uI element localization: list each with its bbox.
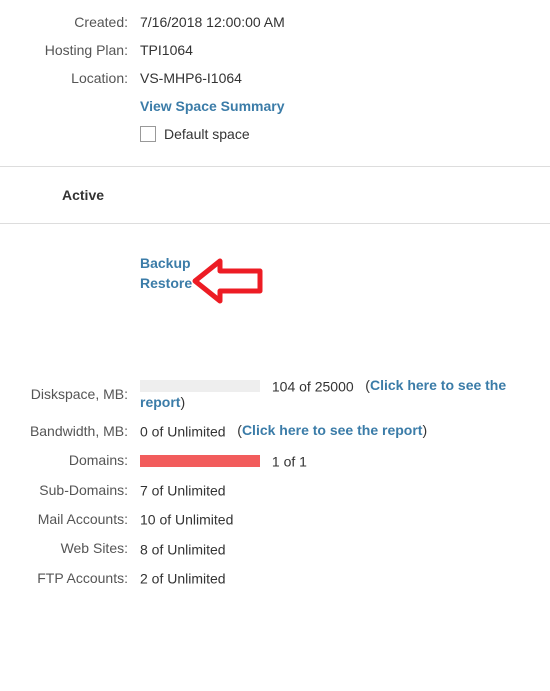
- subdomains-text: 7 of Unlimited: [140, 482, 226, 498]
- subdomains-label: Sub-Domains:: [0, 482, 140, 498]
- divider: [0, 223, 550, 224]
- diskspace-label: Diskspace, MB:: [0, 386, 140, 402]
- hosting-plan-label: Hosting Plan:: [0, 42, 140, 58]
- bandwidth-label: Bandwidth, MB:: [0, 423, 140, 439]
- divider: [0, 166, 550, 167]
- domains-label: Domains:: [0, 452, 140, 468]
- location-value: VS-MHP6-I1064: [140, 70, 550, 86]
- ftp-text: 2 of Unlimited: [140, 570, 226, 586]
- view-space-summary-link[interactable]: View Space Summary: [140, 98, 284, 114]
- created-label: Created:: [0, 14, 140, 30]
- domains-text: 1 of 1: [272, 453, 307, 469]
- diskspace-text: 104 of 25000: [272, 378, 354, 394]
- default-space-checkbox[interactable]: [140, 126, 156, 142]
- default-space-label: Default space: [164, 126, 250, 142]
- domains-bar: [140, 455, 260, 467]
- diskspace-bar: [140, 380, 260, 392]
- websites-label: Web Sites:: [0, 540, 140, 556]
- bandwidth-text: 0 of Unlimited: [140, 424, 226, 440]
- active-heading: Active: [0, 177, 550, 213]
- ftp-label: FTP Accounts:: [0, 570, 140, 586]
- created-value: 7/16/2018 12:00:00 AM: [140, 14, 550, 30]
- mail-text: 10 of Unlimited: [140, 512, 233, 528]
- hosting-plan-value: TPI1064: [140, 42, 550, 58]
- bandwidth-report-link[interactable]: Click here to see the report: [242, 422, 423, 438]
- mail-label: Mail Accounts:: [0, 511, 140, 527]
- domains-bar-fill: [140, 455, 260, 467]
- websites-text: 8 of Unlimited: [140, 541, 226, 557]
- arrow-icon: [190, 256, 270, 306]
- location-label: Location:: [0, 70, 140, 86]
